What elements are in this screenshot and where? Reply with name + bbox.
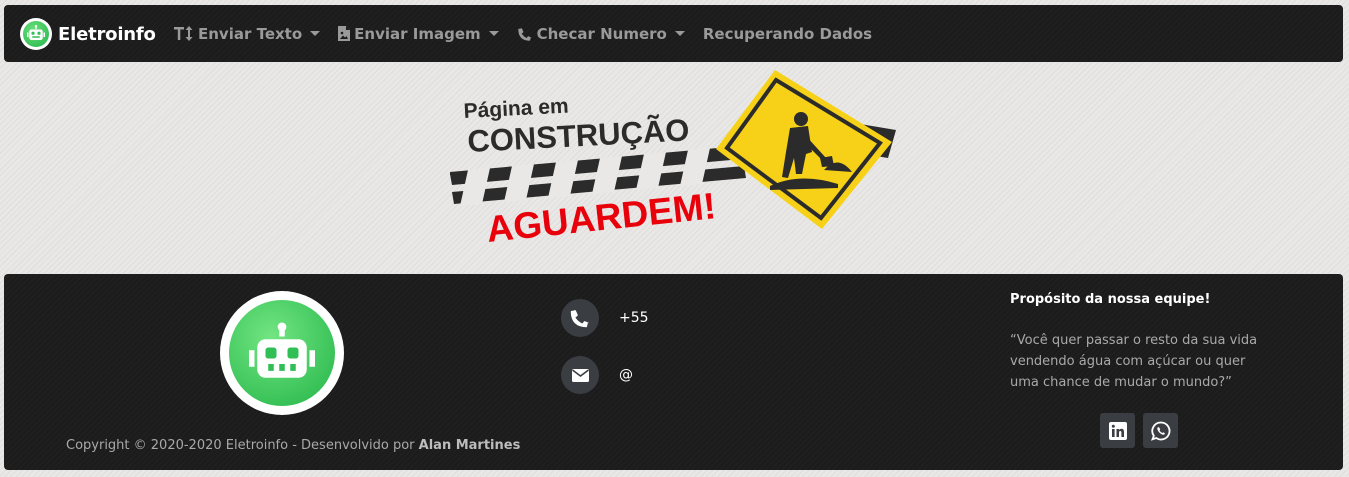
about-title: Propósito da nossa equipe! xyxy=(1010,292,1211,307)
top-navbar: Eletroinfo Enviar Texto Enviar Imagem Ch… xyxy=(4,5,1343,62)
caret-down-icon xyxy=(674,31,685,36)
robot-logo-icon xyxy=(220,291,344,415)
phone-number: +55 xyxy=(619,310,649,326)
brand-name: Eletroinfo xyxy=(58,23,156,45)
caret-down-icon xyxy=(488,31,499,36)
copyright-prefix: Copyright © 2020-2020 Eletroinfo - Desen… xyxy=(66,438,419,453)
file-image-icon xyxy=(338,26,351,41)
nav-enviar-imagem-dropdown[interactable]: Enviar Imagem xyxy=(338,24,499,43)
email-address: @ xyxy=(619,367,633,383)
warning-sign-icon xyxy=(716,70,892,229)
under-construction-banner: Página em CONSTRUÇÃO AGUARDEM! xyxy=(440,66,905,250)
nav-enviar-imagem-label: Enviar Imagem xyxy=(354,24,481,43)
nav-recuperando-dados-label: Recuperando Dados xyxy=(702,24,873,43)
text-height-icon xyxy=(174,26,194,41)
brand-link[interactable]: Eletroinfo xyxy=(20,18,156,50)
phone-icon xyxy=(517,26,533,42)
contact-phone: +55 xyxy=(561,299,649,337)
nav-checar-numero-dropdown[interactable]: Checar Numero xyxy=(517,25,685,43)
phone-icon[interactable] xyxy=(561,299,599,337)
copyright-author: Alan Martines xyxy=(418,438,521,453)
envelope-icon[interactable] xyxy=(561,356,599,394)
linkedin-icon[interactable] xyxy=(1100,413,1135,448)
nav-menu: Enviar Texto Enviar Imagem Checar Numero… xyxy=(174,5,890,62)
nav-checar-numero-label: Checar Numero xyxy=(536,24,667,43)
whatsapp-icon[interactable] xyxy=(1143,413,1178,448)
robot-logo-icon xyxy=(20,18,52,50)
contact-email: @ xyxy=(561,356,633,394)
about-quote: “Você quer passar o resto da sua vida ve… xyxy=(1010,333,1258,390)
copyright-text: Copyright © 2020-2020 Eletroinfo - Desen… xyxy=(66,438,520,453)
nav-enviar-texto-label: Enviar Texto xyxy=(198,24,303,43)
nav-recuperando-dados-link[interactable]: Recuperando Dados xyxy=(703,25,872,43)
nav-enviar-texto-dropdown[interactable]: Enviar Texto xyxy=(174,24,321,43)
footer: Copyright © 2020-2020 Eletroinfo - Desen… xyxy=(4,274,1343,470)
caret-down-icon xyxy=(310,31,321,36)
